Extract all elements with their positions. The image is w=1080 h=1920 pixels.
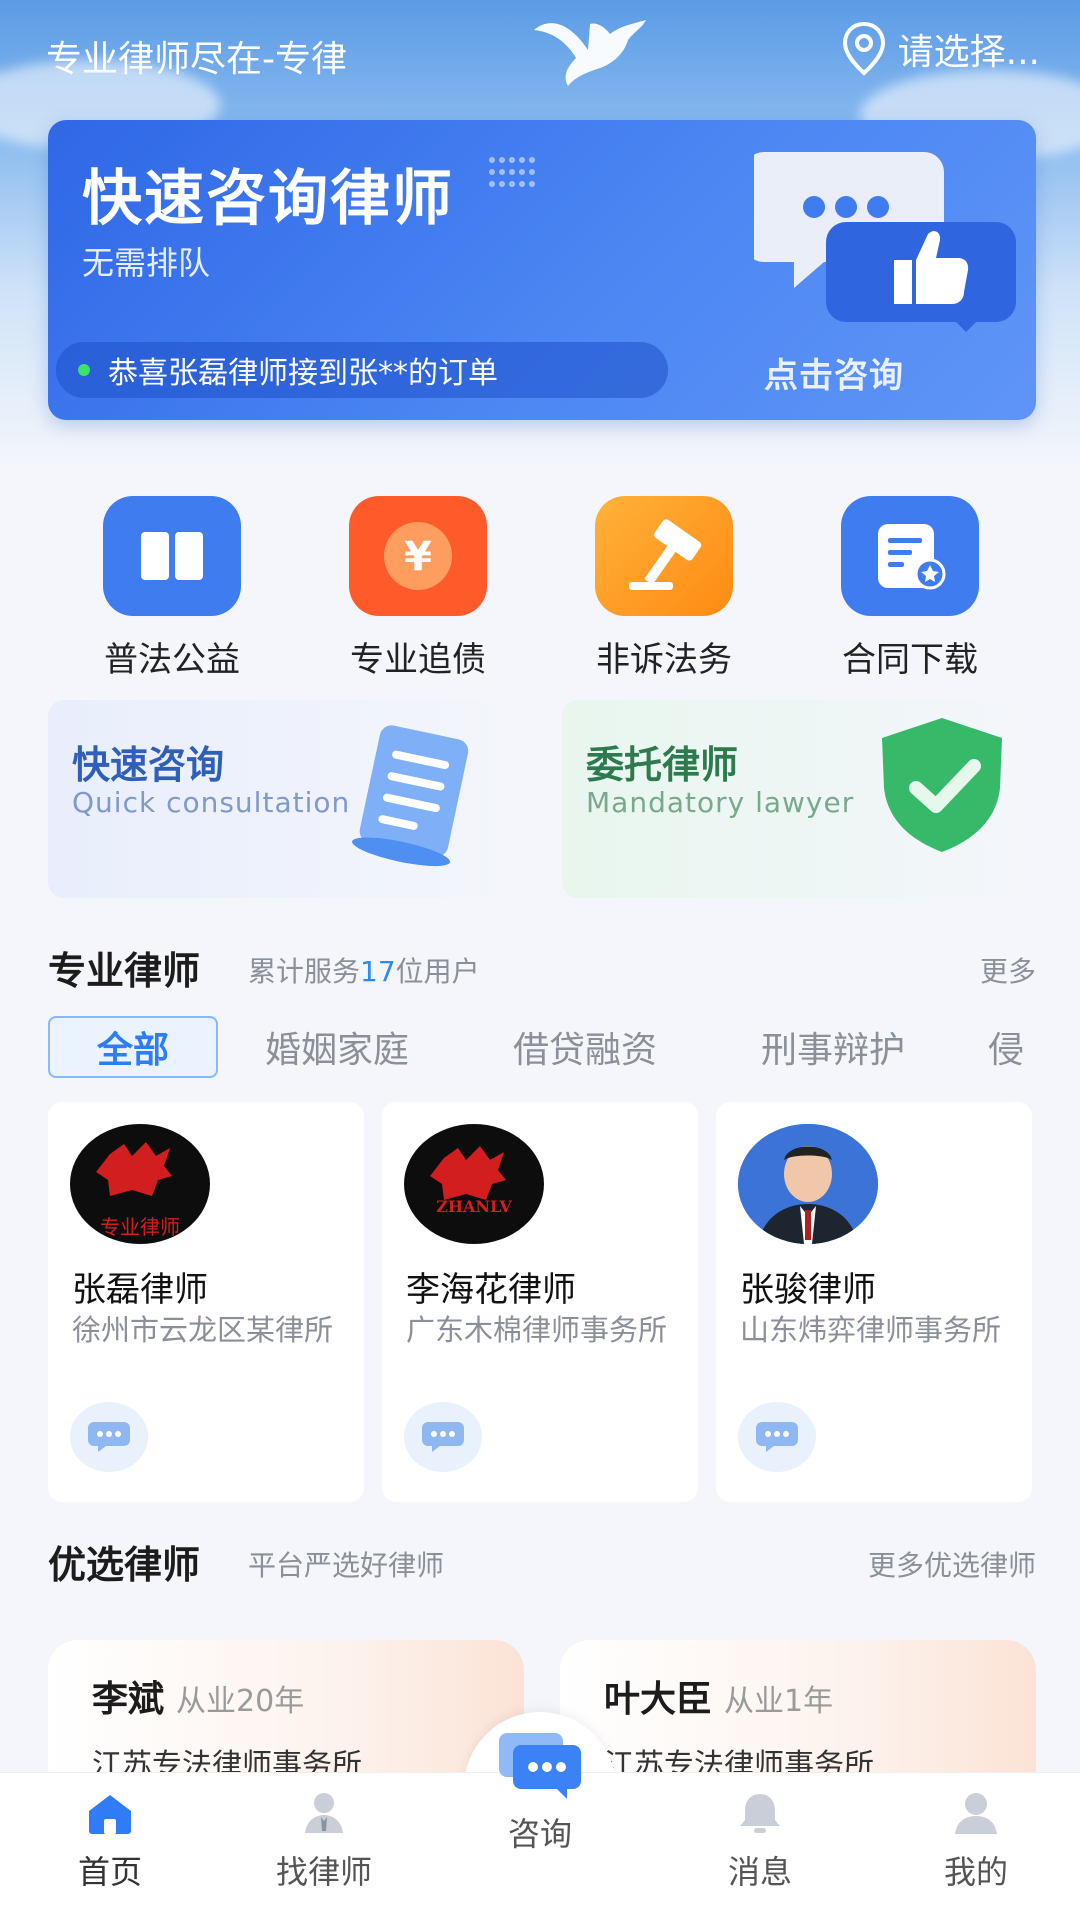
card-subtitle: Mandatory lawyer: [586, 786, 855, 819]
subtitle-suffix: 位用户: [395, 955, 480, 988]
nav-label: 我的: [943, 1853, 1008, 1891]
yen-coin-icon: ¥: [349, 496, 487, 616]
lawyer-card[interactable]: 张骏律师 山东炜弈律师事务所: [716, 1102, 1032, 1502]
app-title: 专业律师尽在-专律: [46, 39, 347, 80]
lawyer-firm: 山东炜弈律师事务所: [740, 1313, 1002, 1347]
nav-label: 找律师: [275, 1853, 372, 1891]
user-count: 17: [360, 955, 396, 988]
quick-consult-card[interactable]: 快速咨询 Quick consultation: [48, 700, 520, 898]
lawyer-icon: [305, 1793, 343, 1833]
lawyer-name: 张磊律师: [72, 1270, 208, 1310]
chat-thumbs-up-icon: [744, 142, 1024, 336]
service-contract[interactable]: 合同下载: [810, 496, 1010, 681]
svg-text:ZHANLV: ZHANLV: [436, 1197, 512, 1216]
tab-loan-finance[interactable]: 借贷融资: [500, 1016, 670, 1078]
nav-label: 消息: [727, 1853, 792, 1891]
user-icon: [955, 1793, 997, 1834]
tab-all[interactable]: 全部: [48, 1016, 218, 1078]
lawyer-card[interactable]: 专业律师 张磊律师 徐州市云龙区某律所: [48, 1102, 364, 1502]
section-title: 优选律师: [48, 1543, 201, 1587]
dots-decoration: [488, 156, 536, 196]
top-bar: 专业律师尽在-专律 请选择...: [0, 0, 1080, 110]
banner-title: 快速咨询律师: [82, 164, 454, 234]
gavel-icon: [595, 496, 733, 616]
service-label: 专业追债: [350, 640, 486, 680]
service-label: 普法公益: [104, 640, 240, 680]
tab-criminal-defense[interactable]: 刑事辩护: [748, 1016, 918, 1078]
status-dot: [78, 364, 90, 376]
service-nonlitigation[interactable]: 非诉法务: [564, 496, 764, 681]
banner-subtitle: 无需排队: [82, 244, 211, 282]
document-star-icon: [841, 496, 979, 616]
service-debt[interactable]: ¥ 专业追债: [318, 496, 518, 681]
preferred-lawyer-name-row: 叶大臣 从业1年: [604, 1670, 833, 1722]
nav-consult[interactable]: 咨询: [460, 1729, 620, 1855]
experience-years: 从业20年: [176, 1684, 305, 1719]
service-label: 非诉法务: [596, 640, 732, 680]
avatar: ZHANLV: [404, 1124, 544, 1244]
pro-lawyers-header: 专业律师 累计服务17位用户 更多: [48, 934, 1036, 994]
service-pufa[interactable]: 普法公益: [72, 496, 272, 681]
card-title: 委托律师: [586, 743, 739, 787]
order-notice: 恭喜张磊律师接到张**的订单: [56, 342, 668, 398]
consult-cta-button[interactable]: 点击咨询: [764, 348, 904, 397]
chat-icon[interactable]: [404, 1402, 482, 1472]
shield-check-icon: [872, 708, 1032, 862]
lawyer-firm: 广东木棉律师事务所: [406, 1313, 668, 1347]
preferred-lawyer-name-row: 李斌 从业20年: [92, 1670, 304, 1722]
service-grid: 普法公益 ¥ 专业追债 非诉法务 合同下载: [0, 496, 1080, 680]
order-notice-text: 恭喜张磊律师接到张**的订单: [108, 356, 498, 391]
nav-home[interactable]: 首页: [30, 1791, 190, 1893]
book-icon: [103, 496, 241, 616]
more-link[interactable]: 更多: [980, 950, 1036, 990]
nav-label: 咨询: [507, 1815, 572, 1853]
lawyer-cards: 专业律师 张磊律师 徐州市云龙区某律所 ZHANLV 李海花律师 广东木棉律师事…: [48, 1102, 1038, 1502]
tab-more[interactable]: 侵: [988, 1016, 1048, 1078]
location-label: 请选择...: [897, 32, 1040, 73]
lawyer-name: 张骏律师: [740, 1270, 876, 1310]
section-title: 专业律师: [48, 949, 201, 993]
nav-messages[interactable]: 消息: [680, 1791, 840, 1893]
card-title: 快速咨询: [72, 743, 225, 787]
service-label: 合同下载: [842, 640, 978, 680]
home-indicator-area: [0, 1896, 1080, 1920]
nav-label: 首页: [77, 1853, 142, 1891]
nav-profile[interactable]: 我的: [896, 1791, 1056, 1893]
quick-cards: 快速咨询 Quick consultation 委托律师 Mandatory l…: [48, 700, 1036, 898]
section-subtitle: 累计服务17位用户: [248, 950, 480, 990]
card-subtitle: Quick consultation: [72, 786, 351, 819]
preferred-lawyer-name: 叶大臣: [604, 1679, 713, 1720]
preferred-lawyer-name: 李斌: [92, 1679, 165, 1720]
scroll-icon: [318, 720, 498, 874]
dove-logo-icon: [528, 10, 648, 94]
chat-icon[interactable]: [70, 1402, 148, 1472]
bell-icon: [740, 1794, 780, 1833]
home-icon: [89, 1795, 131, 1834]
subtitle-prefix: 累计服务: [248, 955, 361, 988]
section-subtitle: 平台严选好律师: [248, 1549, 445, 1582]
mandatory-lawyer-card[interactable]: 委托律师 Mandatory lawyer: [562, 700, 1034, 898]
lawyer-name: 李海花律师: [406, 1270, 576, 1310]
svg-text:¥: ¥: [404, 534, 432, 580]
tab-marriage-family[interactable]: 婚姻家庭: [252, 1016, 422, 1078]
location-pin-icon: [842, 22, 885, 76]
category-tabs: 全部 婚姻家庭 借贷融资 刑事辩护 侵: [48, 1016, 1048, 1078]
svg-text:专业律师: 专业律师: [100, 1215, 180, 1239]
avatar: 专业律师: [70, 1124, 210, 1244]
avatar: [738, 1124, 878, 1244]
chat-icon: [499, 1733, 581, 1799]
more-preferred-link[interactable]: 更多优选律师: [868, 1544, 1036, 1584]
location-selector[interactable]: 请选择...: [842, 22, 1040, 76]
preferred-lawyers-header: 优选律师 平台严选好律师 更多优选律师: [48, 1528, 1036, 1588]
nav-find-lawyer[interactable]: 找律师: [244, 1791, 404, 1893]
consult-banner[interactable]: 快速咨询律师 无需排队 恭喜张磊律师接到张**的订单 点击咨询: [48, 120, 1036, 420]
experience-years: 从业1年: [724, 1684, 834, 1719]
chat-icon[interactable]: [738, 1402, 816, 1472]
lawyer-card[interactable]: ZHANLV 李海花律师 广东木棉律师事务所: [382, 1102, 698, 1502]
lawyer-firm: 徐州市云龙区某律所: [72, 1313, 334, 1347]
